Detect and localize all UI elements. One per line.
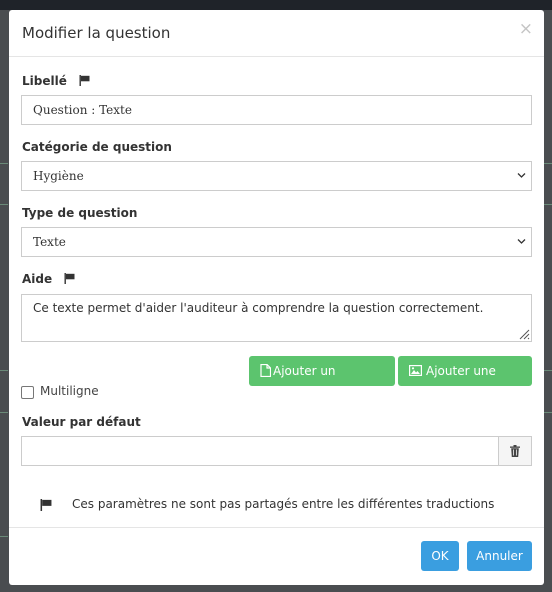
libelle-label-row: Libellé bbox=[22, 74, 90, 88]
image-icon bbox=[409, 365, 422, 376]
background-divider bbox=[544, 204, 552, 205]
categorie-select-value: Hygiène bbox=[33, 169, 84, 183]
type-select-value: Texte bbox=[33, 235, 66, 249]
modal-title: Modifier la question bbox=[22, 24, 171, 42]
add-photo-label: Ajouter une photo bbox=[426, 364, 496, 408]
flag-icon bbox=[79, 75, 90, 86]
add-document-label: Ajouter un document bbox=[273, 364, 336, 408]
background-divider bbox=[0, 412, 8, 413]
type-label: Type de question bbox=[22, 206, 138, 220]
chevron-down-icon bbox=[517, 173, 526, 178]
chevron-down-icon bbox=[517, 239, 526, 244]
background-divider bbox=[544, 412, 552, 413]
libelle-label: Libellé bbox=[22, 74, 67, 88]
resize-handle-icon[interactable] bbox=[518, 328, 530, 340]
background-divider bbox=[544, 163, 552, 164]
clear-default-button[interactable] bbox=[498, 436, 532, 466]
aide-textarea[interactable]: Ce texte permet d'aider l'auditeur à com… bbox=[21, 294, 532, 342]
add-photo-button[interactable]: Ajouter une photo bbox=[398, 356, 532, 408]
trash-icon bbox=[510, 445, 520, 457]
translation-notice: Ces paramètres ne sont pas partagés entr… bbox=[72, 497, 495, 511]
flag-icon bbox=[40, 499, 52, 511]
libelle-input[interactable]: Question : Texte bbox=[21, 95, 532, 125]
multiligne-label: Multiligne bbox=[40, 384, 99, 398]
multiligne-checkbox[interactable] bbox=[21, 386, 34, 399]
cancel-button[interactable]: Annuler bbox=[467, 541, 532, 571]
background-divider bbox=[0, 204, 8, 205]
valeur-defaut-input[interactable] bbox=[21, 436, 499, 466]
background-divider bbox=[544, 370, 552, 371]
close-icon[interactable]: × bbox=[519, 21, 533, 38]
modal-footer: OK Annuler bbox=[9, 527, 544, 585]
aide-label-row: Aide bbox=[22, 272, 75, 286]
background-divider bbox=[0, 370, 8, 371]
background-divider bbox=[0, 163, 8, 164]
aide-text: Ce texte permet d'aider l'auditeur à com… bbox=[33, 301, 484, 315]
edit-question-modal: Modifier la question × Libellé Question … bbox=[9, 10, 544, 585]
document-icon bbox=[260, 364, 271, 377]
app-top-bar bbox=[0, 0, 552, 10]
categorie-label: Catégorie de question bbox=[22, 140, 172, 154]
categorie-select[interactable]: Hygiène bbox=[21, 161, 532, 191]
type-select[interactable]: Texte bbox=[21, 227, 532, 257]
valeur-defaut-label: Valeur par défaut bbox=[22, 415, 141, 429]
background-divider bbox=[0, 536, 8, 537]
ok-button[interactable]: OK bbox=[421, 541, 459, 571]
aide-label: Aide bbox=[22, 272, 53, 286]
flag-icon bbox=[64, 273, 75, 284]
modal-header: Modifier la question × bbox=[9, 10, 544, 57]
add-document-button[interactable]: Ajouter un document bbox=[249, 356, 395, 408]
